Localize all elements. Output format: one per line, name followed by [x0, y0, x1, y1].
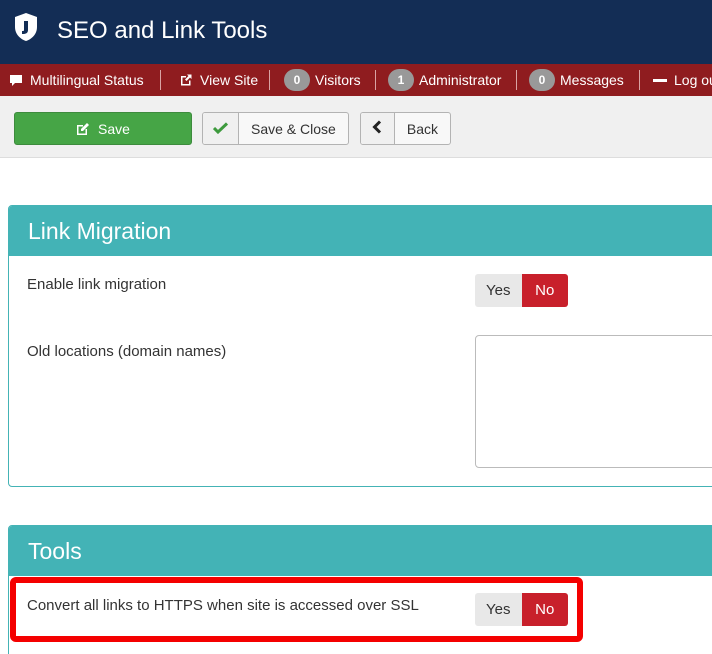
minus-icon: [652, 73, 668, 87]
logout-label: Log ou: [674, 72, 712, 88]
https-conversion-toggle: Yes No: [475, 593, 568, 626]
https-conversion-yes[interactable]: Yes: [475, 593, 522, 626]
page-title: SEO and Link Tools: [57, 17, 268, 44]
status-bar: Multilingual Status View Site 0 Visitors…: [0, 64, 712, 96]
https-conversion-no[interactable]: No: [521, 593, 568, 626]
edit-icon: [76, 122, 90, 136]
messages-label: Messages: [560, 72, 624, 88]
save-button[interactable]: Save: [14, 112, 192, 145]
https-conversion-label: Convert all links to HTTPS when site is …: [27, 597, 419, 614]
save-close-button[interactable]: Save & Close: [202, 112, 349, 145]
administrator-label: Administrator: [419, 72, 502, 88]
back-label: Back: [406, 120, 438, 137]
check-icon: [212, 121, 229, 137]
administrator-link[interactable]: 1 Administrator: [388, 64, 501, 96]
joomla-logo-icon: [13, 12, 39, 42]
administrator-badge: 1: [388, 69, 414, 91]
external-link-icon: [178, 73, 194, 87]
multilingual-status-link[interactable]: Multilingual Status: [8, 64, 144, 96]
view-site-label: View Site: [200, 72, 259, 88]
status-divider: [639, 70, 640, 90]
toolbar: Save Save & Close Back: [0, 96, 712, 158]
app-header: SEO and Link Tools: [0, 0, 712, 64]
enable-link-migration-no[interactable]: No: [521, 274, 568, 307]
messages-link[interactable]: 0 Messages: [529, 64, 624, 96]
enable-link-migration-toggle: Yes No: [475, 274, 568, 307]
status-divider: [160, 70, 161, 90]
visitors-link[interactable]: 0 Visitors: [284, 64, 361, 96]
status-divider: [269, 70, 270, 90]
enable-link-migration-yes[interactable]: Yes: [475, 274, 522, 307]
back-button[interactable]: Back: [360, 112, 451, 145]
status-divider: [375, 70, 376, 90]
tools-title: Tools: [9, 526, 712, 576]
link-migration-title: Link Migration: [9, 206, 712, 256]
old-locations-label: Old locations (domain names): [27, 343, 227, 360]
tools-panel: Tools: [8, 525, 712, 654]
multilingual-status-label: Multilingual Status: [30, 72, 144, 88]
visitors-label: Visitors: [315, 72, 361, 88]
comment-icon: [8, 73, 24, 87]
view-site-link[interactable]: View Site: [178, 64, 258, 96]
old-locations-textarea[interactable]: [475, 335, 712, 468]
save-close-label: Save & Close: [251, 120, 336, 137]
visitors-badge: 0: [284, 69, 310, 91]
enable-link-migration-label: Enable link migration: [27, 276, 167, 293]
messages-badge: 0: [529, 69, 555, 91]
status-divider: [516, 70, 517, 90]
chevron-left-icon: [372, 120, 382, 137]
logout-link[interactable]: Log ou: [652, 64, 712, 96]
save-label: Save: [98, 120, 130, 137]
